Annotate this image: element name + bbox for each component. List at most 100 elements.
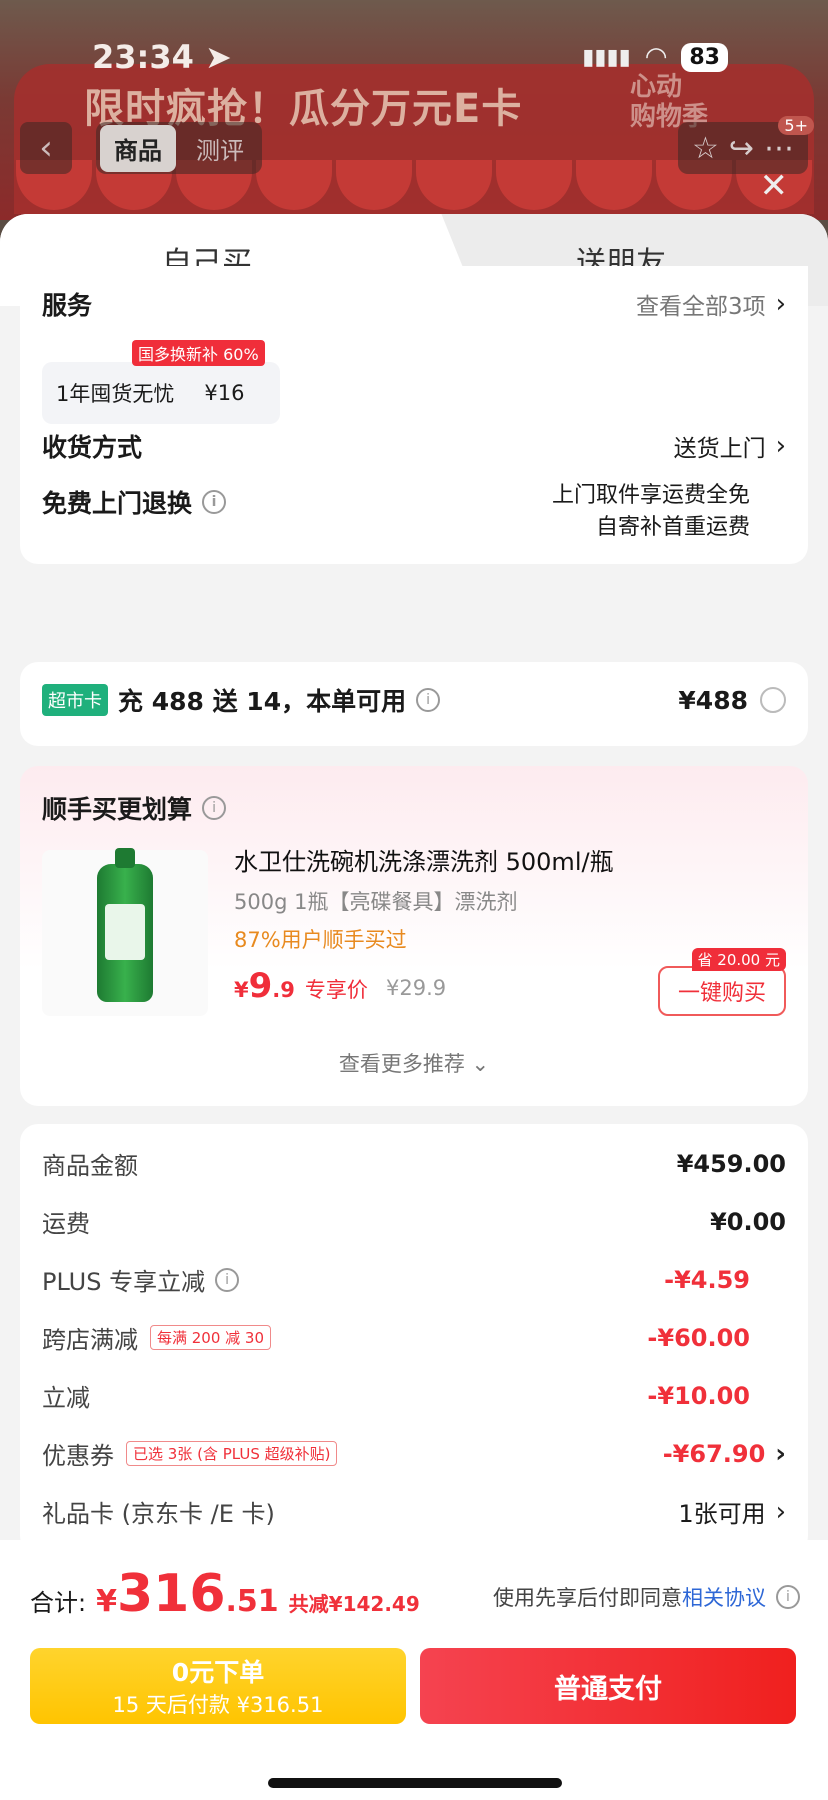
- summary-label: 礼品卡 (京东卡 /E 卡): [42, 1500, 275, 1528]
- summary-value: ¥0.00: [710, 1207, 786, 1236]
- more-icon[interactable]: ⋯: [764, 131, 794, 166]
- delivery-label: 收货方式: [42, 433, 143, 462]
- product-bought-rate: 87%用户顺手买过: [234, 928, 407, 952]
- supermarket-text: 充 488 送 14，本单可用: [118, 687, 407, 716]
- chevron-right-icon: ›: [775, 1496, 786, 1527]
- summary-row: 立减 -¥10.00: [42, 1378, 786, 1413]
- summary-value: 1张可用 ›: [678, 1496, 786, 1529]
- delivery-selector[interactable]: 送货上门 ›: [674, 429, 786, 463]
- chevron-right-icon: ›: [775, 431, 786, 461]
- tab-review[interactable]: 测评: [182, 125, 258, 172]
- nav-tabs: 商品 测评: [96, 122, 262, 174]
- product-spec: 500g 1瓶【亮碟餐具】漂洗剂: [234, 890, 518, 914]
- summary-label: 跨店满减 每满 200 减 30: [42, 1320, 272, 1355]
- home-indicator[interactable]: [268, 1778, 562, 1788]
- total-dec: .51: [225, 1584, 279, 1619]
- summary-value: ¥459.00: [676, 1149, 786, 1178]
- product-image[interactable]: [42, 848, 208, 1016]
- summary-label: 运费: [42, 1210, 90, 1238]
- coupon-row[interactable]: 优惠券 已选 3张 (含 PLUS 超级补贴) -¥67.90 ›: [42, 1436, 786, 1471]
- close-icon[interactable]: ✕: [760, 166, 789, 206]
- view-all-label: 查看全部3项: [635, 294, 766, 320]
- pay-later-subtitle: 15 天后付款 ¥316.51: [112, 1693, 324, 1717]
- checkout-footer: 合计: ¥ 316 .51 共减¥142.49 使用先享后付即同意 相关协议 i…: [0, 1540, 828, 1800]
- view-more-recommend[interactable]: 查看更多推荐 ⌄: [20, 1048, 808, 1078]
- total-int: 316: [116, 1564, 226, 1624]
- agreement: 使用先享后付即同意 相关协议 i: [493, 1582, 800, 1612]
- back-button[interactable]: ‹: [20, 122, 72, 174]
- total-discount: 共减¥142.49: [288, 1592, 420, 1616]
- signal-icon: ▮▮▮▮: [582, 44, 631, 70]
- recommend-card: 顺手买更划算 i 水卫仕洗碗机洗涤漂洗剂 500ml/瓶 500g 1瓶【亮碟餐…: [20, 766, 808, 1106]
- product-old-price: ¥29.9: [386, 976, 447, 1000]
- supermarket-tag: 超市卡: [42, 684, 108, 716]
- pay-later-button[interactable]: 0元下单 15 天后付款 ¥316.51: [30, 1648, 406, 1724]
- subsidy-tag: 国多换新补 60%: [132, 340, 265, 366]
- status-time: 23:34 ➤: [92, 38, 232, 76]
- summary-value: -¥4.59: [664, 1265, 750, 1294]
- supermarket-radio[interactable]: [760, 687, 786, 713]
- service-card: 服务 查看全部3项 › 1年囤货无忧 ¥16 国多换新补 60% 收货方式 送货…: [20, 266, 808, 564]
- giftcard-row[interactable]: 礼品卡 (京东卡 /E 卡) 1张可用 ›: [42, 1494, 786, 1529]
- total-label: 合计:: [30, 1589, 87, 1617]
- tab-product[interactable]: 商品: [100, 124, 176, 172]
- summary-label: 立减: [42, 1384, 90, 1412]
- supermarket-amount: ¥488: [678, 685, 748, 715]
- promo-pill: 每满 200 减 30: [150, 1325, 272, 1350]
- summary-row: 运费 ¥0.00: [42, 1204, 786, 1239]
- pay-later-title: 0元下单: [171, 1658, 265, 1687]
- info-icon[interactable]: i: [776, 1585, 800, 1609]
- summary-value: -¥10.00: [647, 1381, 750, 1410]
- summary-label: PLUS 专享立减 i: [42, 1262, 240, 1297]
- wifi-icon: ◠: [644, 42, 668, 72]
- return-label-text: 免费上门退换: [42, 489, 193, 518]
- summary-row: 商品金额 ¥459.00: [42, 1146, 786, 1181]
- summary-row: 跨店满减 每满 200 减 30 -¥60.00: [42, 1320, 786, 1355]
- product-price: ¥9.9 专享价: [234, 966, 368, 1006]
- status-icons: ▮▮▮▮ ◠ 83: [582, 42, 728, 72]
- chevron-down-icon: ⌄: [471, 1052, 490, 1076]
- one-click-buy-button[interactable]: 一键购买: [658, 966, 786, 1016]
- share-icon[interactable]: ↪: [729, 131, 754, 166]
- star-icon[interactable]: ☆: [692, 131, 719, 166]
- return-desc-line2: 自寄补首重运费: [595, 515, 750, 540]
- summary-row: PLUS 专享立减 i -¥4.59: [42, 1262, 786, 1297]
- normal-pay-button[interactable]: 普通支付: [420, 1648, 796, 1724]
- chevron-left-icon: ‹: [39, 128, 53, 168]
- location-arrow-icon: ➤: [205, 38, 232, 76]
- service-view-all[interactable]: 查看全部3项 ›: [636, 287, 786, 321]
- chevron-right-icon: ›: [775, 289, 786, 319]
- agreement-text: 使用先享后付即同意: [493, 1586, 682, 1610]
- service-option-price: ¥16: [204, 381, 245, 405]
- service-option-chip[interactable]: 1年囤货无忧 ¥16: [42, 362, 280, 424]
- message-badge: 5+: [778, 116, 814, 135]
- info-icon[interactable]: i: [202, 490, 227, 514]
- battery-icon: 83: [681, 42, 728, 72]
- return-desc: 上门取件享运费全免 自寄补首重运费: [552, 480, 750, 544]
- summary-value: -¥60.00: [647, 1323, 750, 1352]
- summary-label: 商品金额: [42, 1152, 138, 1180]
- product-title[interactable]: 水卫仕洗碗机洗涤漂洗剂 500ml/瓶: [234, 842, 614, 877]
- return-desc-line1: 上门取件享运费全免: [551, 483, 750, 508]
- supermarket-offer: 超市卡 充 488 送 14，本单可用 i: [42, 682, 441, 718]
- agreement-link[interactable]: 相关协议: [682, 1582, 766, 1612]
- recommend-title: 顺手买更划算: [42, 795, 193, 824]
- save-tag: 省 20.00 元: [691, 948, 786, 971]
- delivery-value: 送货上门: [673, 436, 766, 462]
- supermarket-card[interactable]: 超市卡 充 488 送 14，本单可用 i ¥488: [20, 662, 808, 746]
- return-label: 免费上门退换 i: [42, 484, 227, 520]
- service-option-name: 1年囤货无忧: [56, 382, 175, 406]
- bottle-image: [97, 848, 153, 1002]
- background-product-page: 限时疯抢！瓜分万元E卡 心动 购物季 23:34 ➤ ▮▮▮▮ ◠ 83 ‹ 商品…: [0, 0, 828, 220]
- summary-label: 优惠券 已选 3张 (含 PLUS 超级补贴): [42, 1436, 338, 1471]
- info-icon[interactable]: i: [215, 1267, 240, 1292]
- supermarket-amount-group: ¥488: [678, 686, 786, 715]
- total-currency: ¥: [96, 1584, 117, 1619]
- service-title: 服务: [42, 291, 93, 320]
- info-icon[interactable]: i: [202, 796, 227, 820]
- coupon-pill: 已选 3张 (含 PLUS 超级补贴): [126, 1441, 338, 1466]
- price-summary-card: 商品金额 ¥459.00 运费 ¥0.00 PLUS 专享立减 i -¥4.59 …: [20, 1124, 808, 1554]
- info-icon[interactable]: i: [416, 688, 441, 712]
- summary-value: -¥67.90 ›: [662, 1438, 786, 1469]
- total-price: 合计: ¥ 316 .51 共减¥142.49: [30, 1564, 420, 1624]
